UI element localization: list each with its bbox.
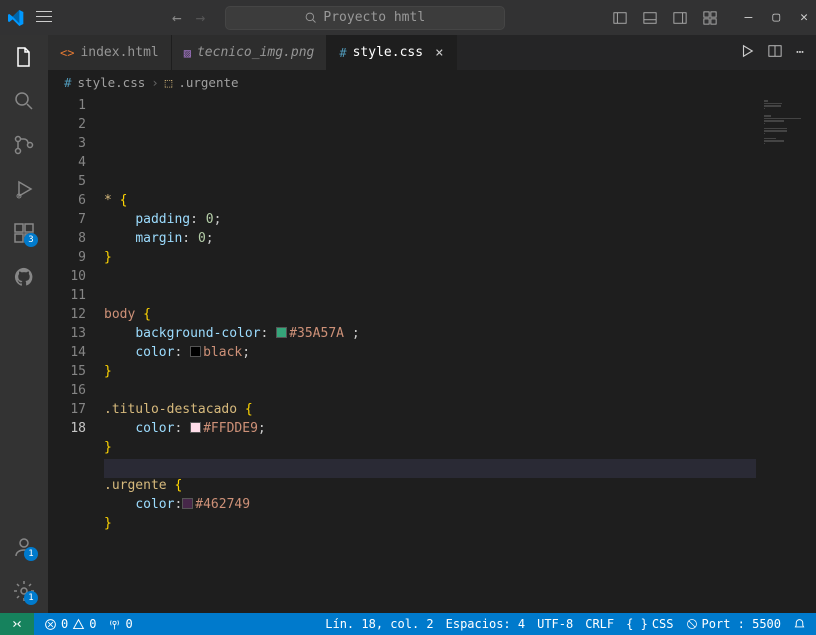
warning-icon (72, 618, 85, 631)
explorer-tab[interactable] (12, 45, 36, 69)
notifications-button[interactable] (793, 618, 806, 631)
activity-bar: 3 1 1 (0, 35, 48, 613)
window-close-button[interactable]: ✕ (800, 10, 808, 25)
ports-button[interactable]: 0 (108, 617, 132, 631)
extensions-badge: 3 (24, 233, 38, 247)
manage-button[interactable]: 1 (12, 579, 36, 603)
braces-icon: { } (626, 617, 648, 631)
remote-button[interactable] (0, 613, 34, 635)
layout-customize-icon[interactable] (703, 11, 717, 25)
image-file-icon: ▨ (184, 46, 191, 60)
minimap[interactable] (756, 94, 816, 613)
live-server-button[interactable]: Port : 5500 (686, 617, 781, 631)
command-center-search[interactable]: Proyecto hmtl (225, 6, 505, 30)
source-control-tab[interactable] (12, 133, 36, 157)
css-file-icon: # (339, 46, 346, 60)
hamburger-menu-icon[interactable] (36, 16, 52, 19)
breadcrumb-file[interactable]: style.css (78, 75, 146, 90)
accounts-button[interactable]: 1 (12, 535, 36, 559)
manage-badge: 1 (24, 591, 38, 605)
accounts-badge: 1 (24, 547, 38, 561)
code-content[interactable]: * { padding: 0; margin: 0;} body { backg… (104, 94, 756, 613)
tab-label: tecnico_img.png (197, 45, 314, 60)
window-minimize-button[interactable]: — (745, 10, 753, 25)
error-icon (44, 618, 57, 631)
search-placeholder: Proyecto hmtl (323, 10, 425, 25)
run-debug-tab[interactable] (12, 177, 36, 201)
broadcast-icon (686, 618, 698, 630)
tab-style-css[interactable]: # style.css × (327, 35, 456, 70)
breadcrumb-symbol[interactable]: .urgente (178, 75, 238, 90)
cursor-position[interactable]: Lín. 18, col. 2 (325, 617, 433, 631)
extensions-tab[interactable]: 3 (12, 221, 36, 245)
close-tab-button[interactable]: × (435, 45, 443, 61)
layout-panel-bottom-icon[interactable] (643, 11, 657, 25)
nav-forward-button[interactable]: → (196, 8, 206, 27)
search-tab[interactable] (12, 89, 36, 113)
problems-button[interactable]: 0 0 (44, 617, 96, 631)
encoding-button[interactable]: UTF-8 (537, 617, 573, 631)
tab-label: style.css (353, 45, 423, 60)
more-actions-button[interactable]: ⋯ (796, 45, 804, 60)
indentation-button[interactable]: Espacios: 4 (446, 617, 525, 631)
run-file-button[interactable] (740, 44, 754, 62)
chevron-right-icon: › (151, 75, 159, 90)
language-mode-button[interactable]: { } CSS (626, 617, 673, 631)
tab-index-html[interactable]: <> index.html (48, 35, 172, 70)
search-icon (305, 12, 317, 24)
vscode-logo-icon (8, 10, 24, 26)
editor-body[interactable]: 123456789101112131415161718 * { padding:… (48, 94, 816, 613)
symbol-class-icon: ⬚ (165, 75, 173, 90)
radio-tower-icon (108, 618, 121, 631)
line-number-gutter: 123456789101112131415161718 (48, 94, 104, 613)
layout-panel-right-icon[interactable] (673, 11, 687, 25)
breadcrumbs[interactable]: # style.css › ⬚ .urgente (48, 70, 816, 94)
tab-label: index.html (80, 45, 158, 60)
layout-panel-left-icon[interactable] (613, 11, 627, 25)
split-editor-button[interactable] (768, 44, 782, 62)
editor-tabs: <> index.html ▨ tecnico_img.png # style.… (48, 35, 816, 70)
bell-icon (793, 618, 806, 631)
github-tab[interactable] (12, 265, 36, 289)
eol-button[interactable]: CRLF (585, 617, 614, 631)
titlebar: ← → Proyecto hmtl — ▢ ✕ (0, 0, 816, 35)
css-file-icon: # (64, 75, 72, 90)
window-maximize-button[interactable]: ▢ (772, 10, 780, 25)
html-file-icon: <> (60, 46, 74, 60)
status-bar: 0 0 0 Lín. 18, col. 2 Espacios: 4 UTF-8 … (0, 613, 816, 635)
tab-tecnico-img[interactable]: ▨ tecnico_img.png (172, 35, 328, 70)
nav-back-button[interactable]: ← (172, 8, 182, 27)
